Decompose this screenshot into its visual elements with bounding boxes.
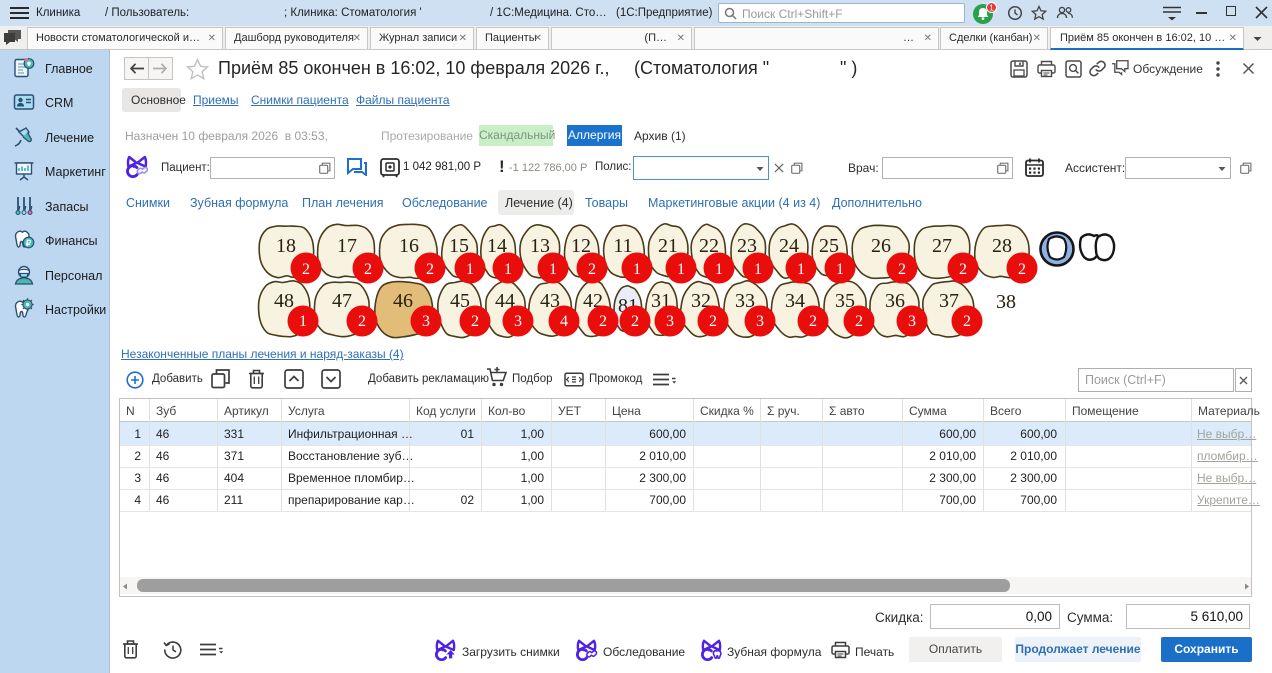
svg-text:1: 1 (633, 261, 641, 278)
svg-text:2: 2 (426, 261, 434, 278)
svg-text:36: 36 (885, 290, 905, 312)
svg-text:2: 2 (963, 313, 971, 330)
svg-text:18: 18 (276, 235, 296, 257)
svg-text:3: 3 (514, 313, 522, 330)
svg-text:2: 2 (588, 261, 596, 278)
svg-text:2: 2 (959, 261, 967, 278)
svg-text:2: 2 (471, 313, 479, 330)
svg-text:2: 2 (358, 313, 366, 330)
svg-text:1: 1 (677, 261, 685, 278)
svg-text:46: 46 (393, 290, 413, 312)
svg-text:2: 2 (1018, 261, 1026, 278)
svg-text:21: 21 (658, 235, 678, 257)
svg-text:37: 37 (939, 290, 959, 312)
svg-text:3: 3 (756, 313, 764, 330)
svg-text:2: 2 (855, 313, 863, 330)
svg-text:28: 28 (992, 235, 1012, 257)
svg-text:2: 2 (809, 313, 817, 330)
svg-text:1: 1 (797, 261, 805, 278)
svg-text:3: 3 (908, 313, 916, 330)
svg-text:47: 47 (332, 290, 352, 312)
svg-text:1: 1 (836, 261, 844, 278)
svg-text:1: 1 (549, 261, 557, 278)
svg-text:2: 2 (898, 261, 906, 278)
svg-text:3: 3 (666, 313, 674, 330)
svg-text:1: 1 (989, 4, 994, 13)
svg-text:2: 2 (302, 261, 310, 278)
svg-text:27: 27 (932, 235, 952, 257)
svg-text:34: 34 (785, 290, 805, 312)
svg-text:38: 38 (996, 291, 1016, 313)
svg-text:13: 13 (530, 235, 550, 257)
svg-text:1: 1 (754, 261, 762, 278)
svg-text:1: 1 (504, 261, 512, 278)
svg-text:3: 3 (422, 313, 430, 330)
svg-text:48: 48 (274, 290, 294, 312)
svg-text:11: 11 (613, 235, 632, 257)
svg-text:2: 2 (599, 313, 607, 330)
svg-text:4: 4 (560, 313, 568, 330)
svg-text:26: 26 (871, 235, 891, 257)
svg-text:1: 1 (466, 261, 474, 278)
svg-text:1: 1 (299, 313, 307, 330)
svg-text:₽: ₽ (26, 238, 32, 248)
svg-text:16: 16 (399, 235, 419, 257)
svg-text:2: 2 (631, 313, 639, 330)
svg-text:1: 1 (715, 261, 723, 278)
svg-text:2: 2 (709, 313, 717, 330)
svg-text:17: 17 (337, 235, 357, 257)
svg-text:2: 2 (364, 261, 372, 278)
